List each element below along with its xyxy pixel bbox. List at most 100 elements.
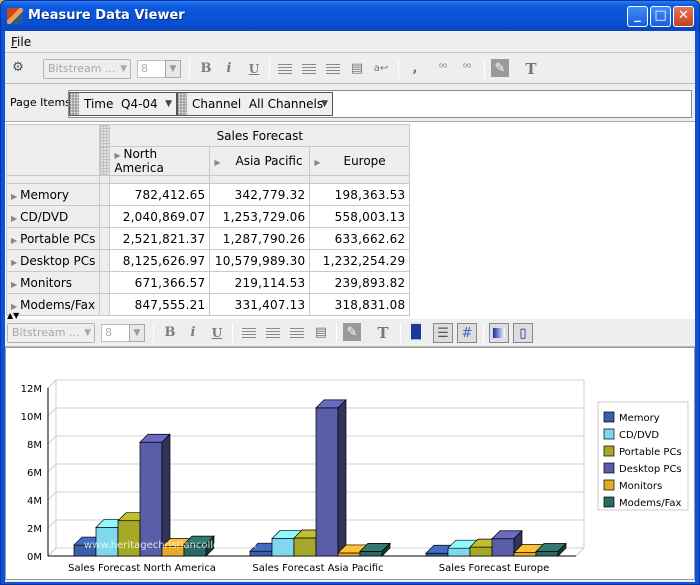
page-item-time[interactable]: Time Q4-04 ▼ [69, 92, 177, 116]
drag-handle-icon[interactable] [5, 175, 101, 184]
bar-monitors [513, 552, 537, 557]
row-header[interactable]: ▶ Desktop PCs [5, 249, 101, 272]
menu-file[interactable]: File [11, 35, 31, 49]
data-cell[interactable]: 782,412.65 [109, 183, 211, 206]
expand-icon[interactable]: ▶ [11, 192, 17, 201]
fill-color-icon[interactable]: ✎ [343, 323, 361, 341]
expand-icon[interactable]: ▶ [11, 302, 17, 311]
expand-icon[interactable]: ▶ [214, 158, 220, 167]
legend-toggle-icon[interactable]: ☰ [433, 323, 453, 343]
x-tick-label: Sales Forecast Europe [439, 563, 549, 574]
data-cell[interactable]: 10,579,989.30 [209, 249, 311, 272]
table-row: ▶ Portable PCs 2,521,821.37 1,287,790.26 633… [5, 227, 411, 250]
column-header-europe[interactable]: ▶ Europe [309, 146, 411, 176]
drag-handle-icon[interactable] [70, 93, 79, 115]
bold-button[interactable]: B [160, 323, 180, 343]
separator [189, 59, 190, 79]
format-toolbar-bottom: Bitstream ... ▼ 8 ▼ B i U ▤ ✎ T ▐▌ ☰ # ▯ [5, 319, 695, 347]
drag-handle-icon[interactable] [99, 124, 111, 147]
data-cell[interactable]: 219,114.53 [209, 271, 311, 294]
italic-button[interactable]: i [219, 59, 239, 79]
data-cell[interactable]: 1,253,729.06 [209, 205, 311, 228]
row-handle[interactable] [99, 249, 111, 272]
data-cell[interactable]: 1,232,254.29 [309, 249, 411, 272]
gradient-toggle-icon[interactable] [489, 323, 509, 343]
page-item-channel[interactable]: Channel All Channels ▼ [177, 92, 333, 116]
data-cell[interactable]: 342,779.32 [209, 183, 311, 206]
bar-memory [249, 550, 273, 557]
row-header[interactable]: ▶ CD/DVD [5, 205, 101, 228]
italic-button[interactable]: i [183, 323, 203, 343]
expand-icon[interactable]: ▶ [11, 280, 17, 289]
data-cell[interactable]: 239,893.82 [309, 271, 411, 294]
text-color-icon[interactable]: T [521, 59, 541, 79]
3d-toggle-icon[interactable]: ▯ [513, 323, 533, 343]
font-size-combo[interactable]: 8 ▼ [137, 60, 181, 78]
align-left-icon[interactable] [239, 323, 259, 343]
font-size-combo[interactable]: 8 ▼ [101, 324, 145, 342]
expand-icon[interactable]: ▶ [314, 158, 320, 167]
expand-icon[interactable]: ▶ [114, 151, 120, 160]
underline-button[interactable]: U [244, 59, 264, 79]
format-cell-icon[interactable]: ▤ [311, 323, 331, 343]
legend-label: CD/DVD [619, 430, 659, 441]
font-family-combo[interactable]: Bitstream ... ▼ [43, 59, 131, 79]
increase-decimal-icon[interactable]: ⁰⁰ [433, 59, 453, 79]
chevron-down-icon[interactable]: ▼ [321, 93, 328, 115]
data-cell[interactable]: 198,363.53 [309, 183, 411, 206]
window-title: Measure Data Viewer [28, 8, 185, 23]
decrease-decimal-icon[interactable]: ⁰⁰ [457, 59, 477, 79]
row-handle[interactable] [99, 205, 111, 228]
align-left-icon[interactable] [275, 59, 295, 79]
column-header-north-america[interactable]: ▶ North America [109, 146, 211, 176]
row-handle[interactable] [99, 227, 111, 250]
fill-color-icon[interactable]: ✎ [491, 59, 509, 77]
data-cell[interactable]: 671,366.57 [109, 271, 211, 294]
format-cell-icon[interactable]: ▤ [347, 59, 367, 79]
chevron-down-icon[interactable]: ▼ [165, 93, 172, 115]
row-handle[interactable] [99, 271, 111, 294]
expand-icon[interactable]: ▶ [11, 258, 17, 267]
maximize-button[interactable]: □ [650, 6, 671, 27]
expand-icon[interactable]: ▶ [11, 214, 17, 223]
measure-header: Sales Forecast [109, 124, 411, 147]
row-header[interactable]: ▶ Memory [5, 183, 101, 206]
row-header[interactable]: ▶ Portable PCs [5, 227, 101, 250]
data-cell[interactable]: 558,003.13 [309, 205, 411, 228]
client-area: File ⚙ Bitstream ... ▼ 8 ▼ B i U ▤ a↩ , ⁰⁰… [5, 31, 695, 582]
drag-handle-icon[interactable] [178, 93, 187, 115]
y-tick-label: 4M [27, 496, 42, 507]
table-row: ▶ Monitors 671,366.57 219,114.53 239,893.82 [5, 271, 411, 294]
data-cell[interactable]: 2,521,821.37 [109, 227, 211, 250]
text-color-icon[interactable]: T [373, 323, 393, 343]
align-right-icon[interactable] [287, 323, 307, 343]
bold-button[interactable]: B [196, 59, 216, 79]
align-center-icon[interactable] [263, 323, 283, 343]
align-right-icon[interactable] [323, 59, 343, 79]
bar-cd-dvd [271, 538, 295, 557]
help-wizard-icon[interactable]: ⚙ [8, 58, 28, 78]
chart-type-icon[interactable]: ▐▌ [406, 323, 426, 343]
column-header-asia-pacific[interactable]: ▶ Asia Pacific [209, 146, 311, 176]
font-family-value: Bitstream ... [48, 62, 116, 75]
comma-format-icon[interactable]: , [405, 59, 425, 79]
title-bar[interactable]: Measure Data Viewer _ □ ✕ [1, 1, 699, 31]
close-button[interactable]: ✕ [673, 6, 694, 27]
data-cell[interactable]: 8,125,626.97 [109, 249, 211, 272]
drag-handle-icon[interactable] [99, 146, 111, 176]
font-family-combo[interactable]: Bitstream ... ▼ [7, 323, 95, 343]
bar-side [337, 399, 347, 557]
row-header[interactable]: ▶ Monitors [5, 271, 101, 294]
data-cell[interactable]: 2,040,869.07 [109, 205, 211, 228]
crosstab-table: Sales Forecast ▶ North America ▶ Asia Paci… [5, 124, 411, 316]
bar-desktop-pcs [315, 407, 339, 557]
expand-icon[interactable]: ▶ [11, 236, 17, 245]
gridlines-toggle-icon[interactable]: # [457, 323, 477, 343]
wrap-text-icon[interactable]: a↩ [371, 59, 391, 79]
data-cell[interactable]: 1,287,790.26 [209, 227, 311, 250]
underline-button[interactable]: U [207, 323, 227, 343]
row-handle[interactable] [99, 183, 111, 206]
align-center-icon[interactable] [299, 59, 319, 79]
minimize-button[interactable]: _ [627, 6, 648, 27]
data-cell[interactable]: 633,662.62 [309, 227, 411, 250]
